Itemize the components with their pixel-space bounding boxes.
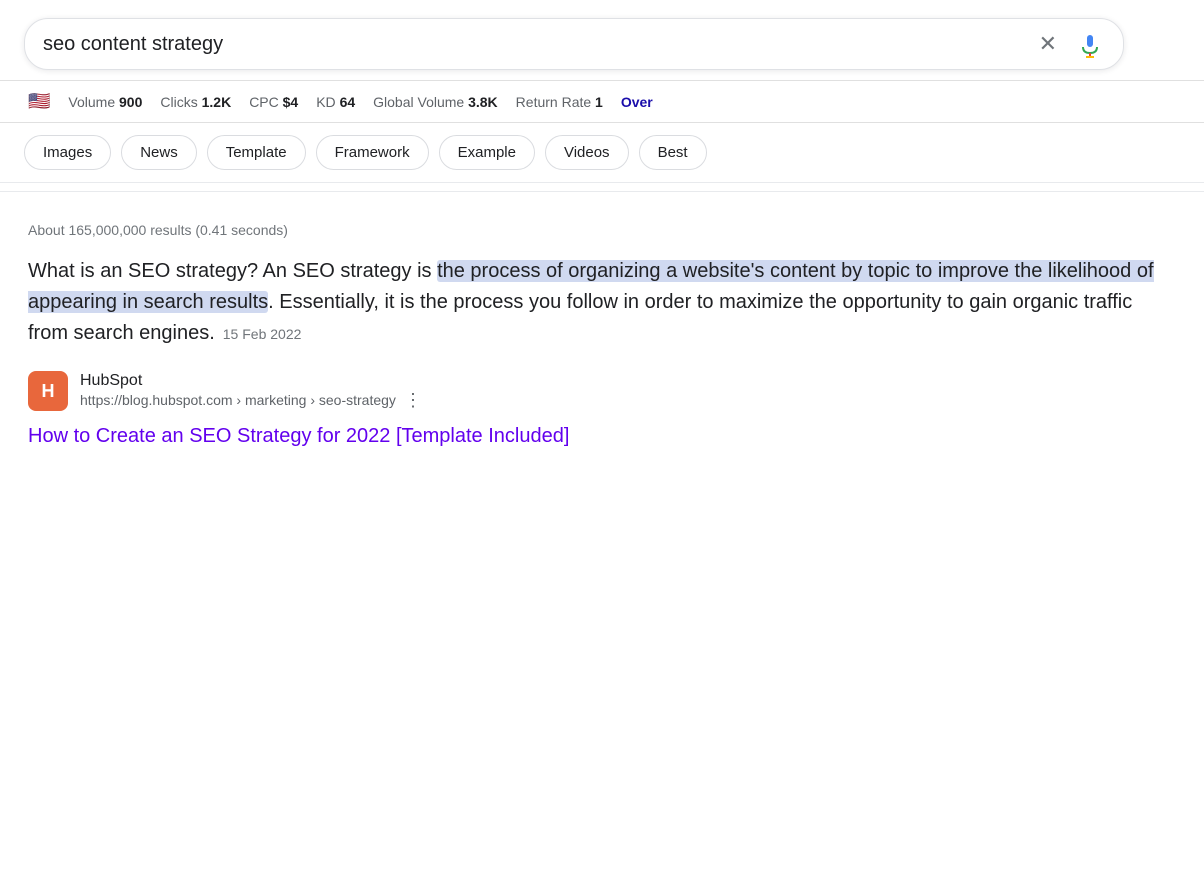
results-area: About 165,000,000 results (0.41 seconds)… — [0, 206, 1204, 464]
snippet-text: What is an SEO strategy? An SEO strategy… — [28, 256, 1168, 349]
source-url-row: https://blog.hubspot.com › marketing › s… — [80, 390, 422, 411]
return-rate-label: Return Rate 1 — [516, 94, 603, 110]
chip-framework[interactable]: Framework — [316, 135, 429, 170]
snippet-text-before: What is an SEO strategy? An SEO strategy… — [28, 260, 437, 282]
chips-row: Images News Template Framework Example Videos… — [0, 123, 1204, 183]
clicks-label: Clicks 1.2K — [160, 94, 231, 110]
chip-template[interactable]: Template — [207, 135, 306, 170]
snippet-date: 15 Feb 2022 — [223, 326, 302, 342]
chip-news[interactable]: News — [121, 135, 197, 170]
more-options-icon[interactable]: ⋮ — [404, 390, 422, 411]
global-volume-label: Global Volume 3.8K — [373, 94, 498, 110]
chip-images[interactable]: Images — [24, 135, 111, 170]
mic-icon[interactable] — [1075, 29, 1105, 59]
search-bar: ✕ — [24, 18, 1124, 70]
stats-row: 🇺🇸 Volume 900 Clicks 1.2K CPC $4 KD 64 G… — [0, 81, 1204, 123]
search-input[interactable] — [43, 33, 1039, 56]
flag-icon: 🇺🇸 — [28, 91, 50, 112]
source-logo-letter: H — [42, 381, 55, 402]
results-count: About 165,000,000 results (0.41 seconds) — [28, 222, 1176, 238]
chip-best[interactable]: Best — [639, 135, 707, 170]
kd-label: KD 64 — [316, 94, 355, 110]
divider — [0, 191, 1204, 192]
source-name: HubSpot — [80, 372, 422, 390]
chip-example[interactable]: Example — [439, 135, 535, 170]
overview-link[interactable]: Over — [621, 94, 653, 110]
source-url: https://blog.hubspot.com › marketing › s… — [80, 392, 396, 408]
chip-videos[interactable]: Videos — [545, 135, 629, 170]
source-info: HubSpot https://blog.hubspot.com › marke… — [80, 372, 422, 411]
cpc-label: CPC $4 — [249, 94, 298, 110]
volume-label: Volume 900 — [68, 94, 142, 110]
source-row: H HubSpot https://blog.hubspot.com › mar… — [28, 371, 1176, 411]
search-bar-container: ✕ — [0, 0, 1204, 81]
clear-icon[interactable]: ✕ — [1039, 31, 1057, 57]
result-link[interactable]: How to Create an SEO Strategy for 2022 [… — [28, 425, 569, 447]
source-logo: H — [28, 371, 68, 411]
